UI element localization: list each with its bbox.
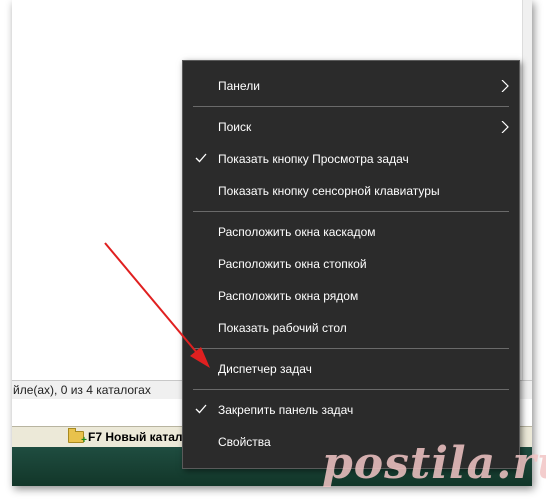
f7-label: F7 Новый катал (88, 430, 183, 444)
check-icon (195, 404, 207, 414)
menu-item-label: Расположить окна каскадом (218, 225, 376, 239)
vertical-scrollbar[interactable] (522, 0, 532, 380)
menu-item-show-touch-keyboard[interactable]: Показать кнопку сенсорной клавиатуры (183, 177, 519, 205)
menu-separator (193, 106, 509, 107)
menu-item-label: Закрепить панель задач (218, 403, 354, 417)
menu-item-cascade-windows[interactable]: Расположить окна каскадом (183, 218, 519, 246)
menu-item-label: Показать кнопку сенсорной клавиатуры (218, 184, 440, 198)
menu-item-lock-taskbar[interactable]: Закрепить панель задач (183, 396, 519, 424)
menu-item-panels[interactable]: Панели (183, 72, 519, 100)
menu-separator (193, 211, 509, 212)
menu-item-label: Показать рабочий стол (218, 321, 347, 335)
check-icon (195, 153, 207, 163)
menu-item-stack-windows[interactable]: Расположить окна стопкой (183, 250, 519, 278)
menu-item-label: Свойства (218, 435, 271, 449)
menu-item-task-manager[interactable]: Диспетчер задач (183, 355, 519, 383)
menu-item-label: Диспетчер задач (218, 362, 312, 376)
status-text: йле(ах), 0 из 4 каталогах (13, 383, 151, 397)
chevron-right-icon (501, 121, 509, 133)
menu-item-side-by-side-windows[interactable]: Расположить окна рядом (183, 282, 519, 310)
menu-item-label: Показать кнопку Просмотра задач (218, 152, 409, 166)
taskbar-context-menu: Панели Поиск Показать кнопку Просмотра з… (182, 60, 520, 469)
menu-item-show-task-view[interactable]: Показать кнопку Просмотра задач (183, 145, 519, 173)
chevron-right-icon (501, 80, 509, 92)
menu-item-label: Панели (218, 79, 260, 93)
new-folder-icon (68, 428, 87, 446)
menu-separator (193, 348, 509, 349)
menu-item-label: Расположить окна стопкой (218, 257, 367, 271)
menu-item-show-desktop[interactable]: Показать рабочий стол (183, 314, 519, 342)
menu-item-label: Поиск (218, 120, 252, 134)
menu-item-search[interactable]: Поиск (183, 113, 519, 141)
f7-new-folder-button[interactable]: F7 Новый катал (68, 427, 183, 447)
menu-item-properties[interactable]: Свойства (183, 428, 519, 456)
menu-separator (193, 389, 509, 390)
menu-item-label: Расположить окна рядом (218, 289, 359, 303)
